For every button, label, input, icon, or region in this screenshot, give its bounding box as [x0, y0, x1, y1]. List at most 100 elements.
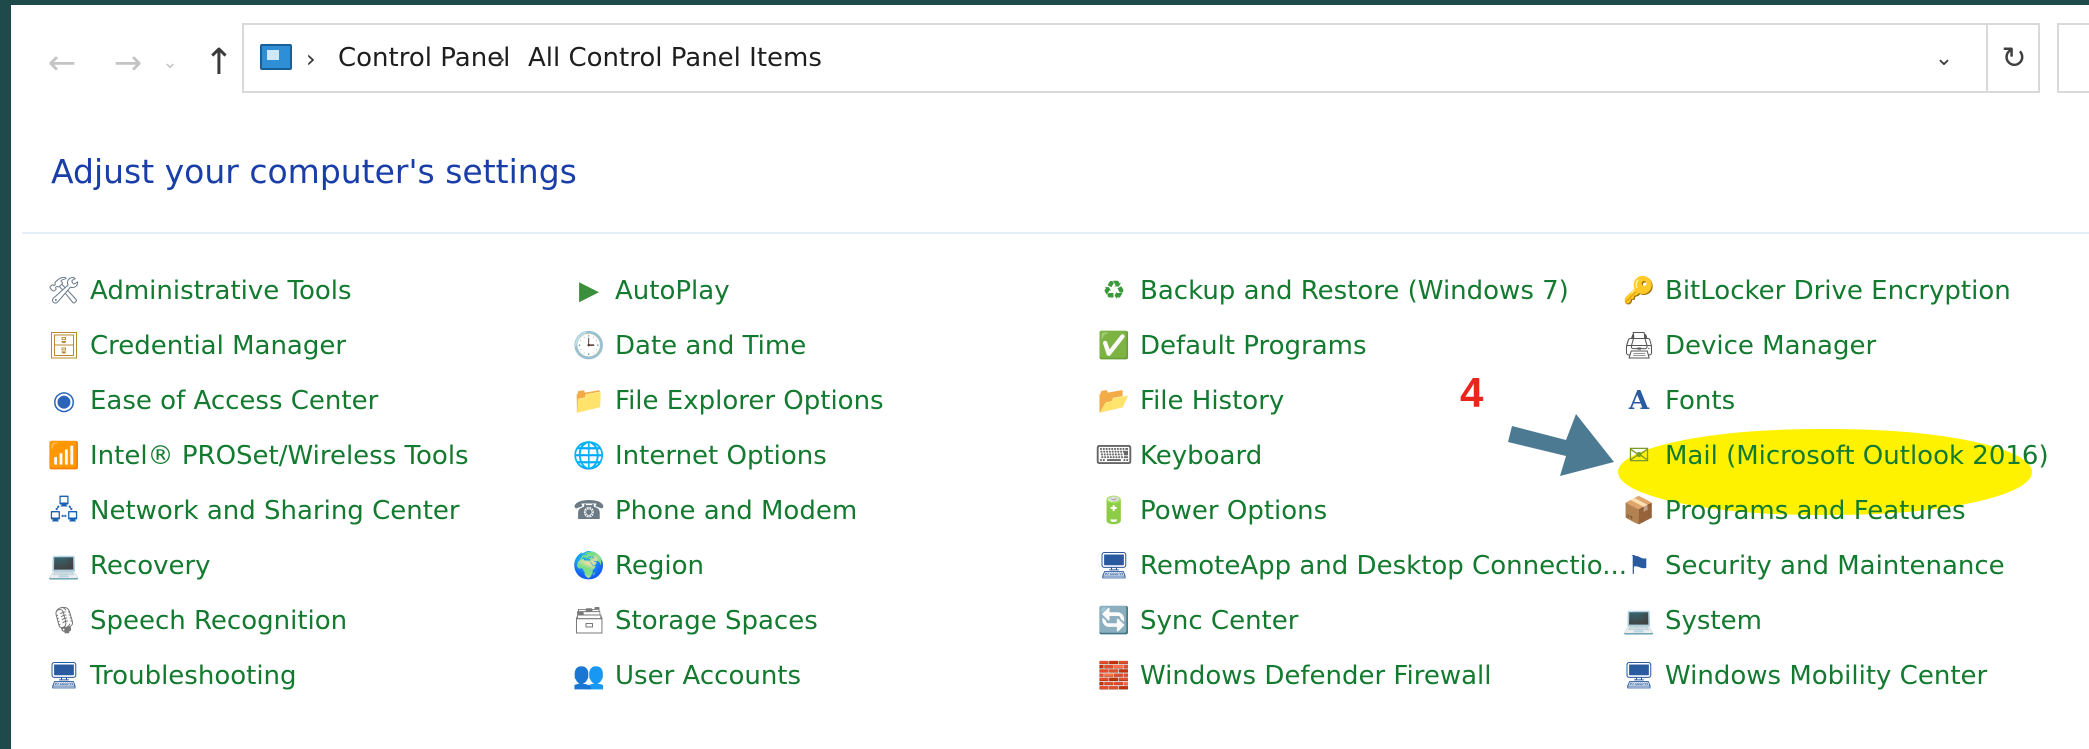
- item-label[interactable]: Default Programs: [1140, 331, 1367, 361]
- control-panel-item-globe[interactable]: 🌐 Internet Options: [572, 432, 827, 480]
- control-panel-item-troubleshooting[interactable]: 🖥 Troubleshooting: [47, 652, 297, 700]
- credential-manager-icon: 🗄: [47, 331, 81, 361]
- item-label[interactable]: Intel® PROSet/Wireless Tools: [90, 441, 469, 471]
- control-panel-item-programs[interactable]: 📦 Programs and Features: [1622, 487, 1966, 535]
- control-panel-item-credential-manager[interactable]: 🗄 Credential Manager: [47, 322, 346, 370]
- control-panel-item-sync[interactable]: 🔄 Sync Center: [1097, 597, 1299, 645]
- sync-icon: 🔄: [1097, 606, 1131, 636]
- region-icon: 🌍: [572, 551, 606, 581]
- remoteapp-icon: 🖥: [1097, 551, 1131, 581]
- item-label[interactable]: Device Manager: [1665, 331, 1876, 361]
- mobility-icon: 🖥: [1622, 661, 1656, 691]
- item-label[interactable]: Windows Mobility Center: [1665, 661, 1987, 691]
- address-dropdown-chevron-icon[interactable]: ⌄: [1902, 25, 1986, 91]
- breadcrumb-separator-icon[interactable]: ›: [306, 45, 316, 73]
- microphone-icon: 🎙: [47, 606, 81, 636]
- item-label[interactable]: Recovery: [90, 551, 211, 581]
- troubleshooting-icon: 🖥: [47, 661, 81, 691]
- firewall-icon: 🧱: [1097, 661, 1131, 691]
- refresh-icon[interactable]: ↻: [1986, 25, 2040, 91]
- up-arrow-icon[interactable]: ↑: [196, 39, 242, 87]
- network-icon: 🖧: [49, 496, 79, 526]
- item-label[interactable]: Programs and Features: [1665, 496, 1966, 526]
- control-panel-item-ease-of-access[interactable]: ◉ Ease of Access Center: [47, 377, 379, 425]
- control-panel-item-clock[interactable]: 🕒 Date and Time: [572, 322, 806, 370]
- clock-icon: 🕒: [572, 331, 606, 361]
- item-label[interactable]: Power Options: [1140, 496, 1327, 526]
- item-label[interactable]: Administrative Tools: [90, 276, 352, 306]
- control-panel-item-wireless[interactable]: 📶 Intel® PROSet/Wireless Tools: [47, 432, 469, 480]
- item-label[interactable]: AutoPlay: [615, 276, 730, 306]
- item-label[interactable]: File History: [1140, 386, 1284, 416]
- item-label[interactable]: User Accounts: [615, 661, 801, 691]
- control-panel-item-remoteapp[interactable]: 🖥 RemoteApp and Desktop Connectio...: [1097, 542, 1627, 590]
- item-label[interactable]: File Explorer Options: [615, 386, 884, 416]
- control-panel-item-users[interactable]: 👥 User Accounts: [572, 652, 801, 700]
- page-title: Adjust your computer's settings: [51, 152, 577, 191]
- item-label[interactable]: Fonts: [1665, 386, 1735, 416]
- back-arrow-icon[interactable]: ←: [39, 39, 85, 87]
- fonts-icon: A: [1628, 386, 1650, 416]
- item-label[interactable]: Storage Spaces: [615, 606, 818, 636]
- control-panel-item-bitlocker[interactable]: 🔑 BitLocker Drive Encryption: [1622, 267, 2011, 315]
- control-panel-item-power[interactable]: 🔋 Power Options: [1097, 487, 1327, 535]
- item-label[interactable]: Sync Center: [1140, 606, 1298, 636]
- control-panel-item-fonts[interactable]: A Fonts: [1622, 377, 1735, 425]
- item-label[interactable]: Windows Defender Firewall: [1140, 661, 1491, 691]
- control-panel-item-network[interactable]: 🖧 Network and Sharing Center: [47, 487, 460, 535]
- control-panel-window: ← → ⌄ ↑ › Control Panel › All Control Pa…: [11, 5, 2089, 749]
- breadcrumb-separator-icon[interactable]: ›: [496, 45, 506, 73]
- item-label[interactable]: Mail (Microsoft Outlook 2016): [1665, 441, 2049, 471]
- control-panel-item-folder-options[interactable]: 📁 File Explorer Options: [572, 377, 884, 425]
- item-label[interactable]: Backup and Restore (Windows 7): [1140, 276, 1569, 306]
- item-label[interactable]: Ease of Access Center: [90, 386, 378, 416]
- forward-arrow-icon[interactable]: →: [105, 39, 151, 87]
- control-panel-item-autoplay[interactable]: ▶ AutoPlay: [572, 267, 730, 315]
- item-label[interactable]: Troubleshooting: [90, 661, 297, 691]
- control-panel-item-phone[interactable]: ☎ Phone and Modem: [572, 487, 857, 535]
- autoplay-icon: ▶: [579, 276, 599, 306]
- control-panel-item-keyboard[interactable]: ⌨ Keyboard: [1095, 432, 1262, 480]
- item-label[interactable]: Keyboard: [1140, 441, 1262, 471]
- control-panel-item-device-manager[interactable]: 🖨 Device Manager: [1622, 322, 1876, 370]
- control-panel-item-mobility[interactable]: 🖥 Windows Mobility Center: [1622, 652, 1987, 700]
- control-panel-item-file-history[interactable]: 📂 File History: [1097, 377, 1284, 425]
- breadcrumb-all-items[interactable]: All Control Panel Items: [528, 43, 822, 73]
- control-panel-item-microphone[interactable]: 🎙 Speech Recognition: [47, 597, 347, 645]
- recovery-icon: 💻: [47, 551, 81, 581]
- recent-locations-chevron-icon[interactable]: ⌄: [157, 39, 183, 87]
- item-label[interactable]: Internet Options: [615, 441, 827, 471]
- address-bar[interactable]: › Control Panel › All Control Panel Item…: [242, 23, 2040, 93]
- control-panel-item-system[interactable]: 💻 System: [1622, 597, 1762, 645]
- control-panel-item-mail[interactable]: ✉ Mail (Microsoft Outlook 2016): [1622, 432, 2049, 480]
- control-panel-item-storage[interactable]: 🗃 Storage Spaces: [572, 597, 818, 645]
- default-programs-icon: ✅: [1097, 331, 1131, 361]
- control-panel-item-admin-tools[interactable]: 🛠 Administrative Tools: [47, 267, 352, 315]
- device-manager-icon: 🖨: [1622, 331, 1656, 361]
- control-panel-item-backup[interactable]: ♻ Backup and Restore (Windows 7): [1097, 267, 1569, 315]
- control-panel-item-region[interactable]: 🌍 Region: [572, 542, 704, 590]
- item-label[interactable]: Credential Manager: [90, 331, 346, 361]
- control-panel-item-flag[interactable]: ⚑ Security and Maintenance: [1622, 542, 2005, 590]
- system-icon: 💻: [1622, 606, 1656, 636]
- mail-icon: ✉: [1628, 441, 1650, 471]
- globe-icon: 🌐: [572, 441, 606, 471]
- wireless-icon: 📶: [47, 441, 81, 471]
- item-label[interactable]: Region: [615, 551, 704, 581]
- ease-of-access-icon: ◉: [52, 386, 76, 416]
- item-label[interactable]: Phone and Modem: [615, 496, 857, 526]
- control-panel-item-firewall[interactable]: 🧱 Windows Defender Firewall: [1097, 652, 1492, 700]
- control-panel-item-default-programs[interactable]: ✅ Default Programs: [1097, 322, 1367, 370]
- breadcrumb-control-panel[interactable]: Control Panel: [338, 43, 510, 73]
- users-icon: 👥: [572, 661, 606, 691]
- item-label[interactable]: System: [1665, 606, 1762, 636]
- storage-icon: 🗃: [572, 606, 606, 636]
- control-panel-item-recovery[interactable]: 💻 Recovery: [47, 542, 211, 590]
- item-label[interactable]: Security and Maintenance: [1665, 551, 2005, 581]
- item-label[interactable]: Speech Recognition: [90, 606, 347, 636]
- item-label[interactable]: Date and Time: [615, 331, 806, 361]
- item-label[interactable]: RemoteApp and Desktop Connectio...: [1140, 551, 1627, 581]
- search-input[interactable]: [2057, 23, 2089, 93]
- item-label[interactable]: BitLocker Drive Encryption: [1665, 276, 2011, 306]
- item-label[interactable]: Network and Sharing Center: [90, 496, 460, 526]
